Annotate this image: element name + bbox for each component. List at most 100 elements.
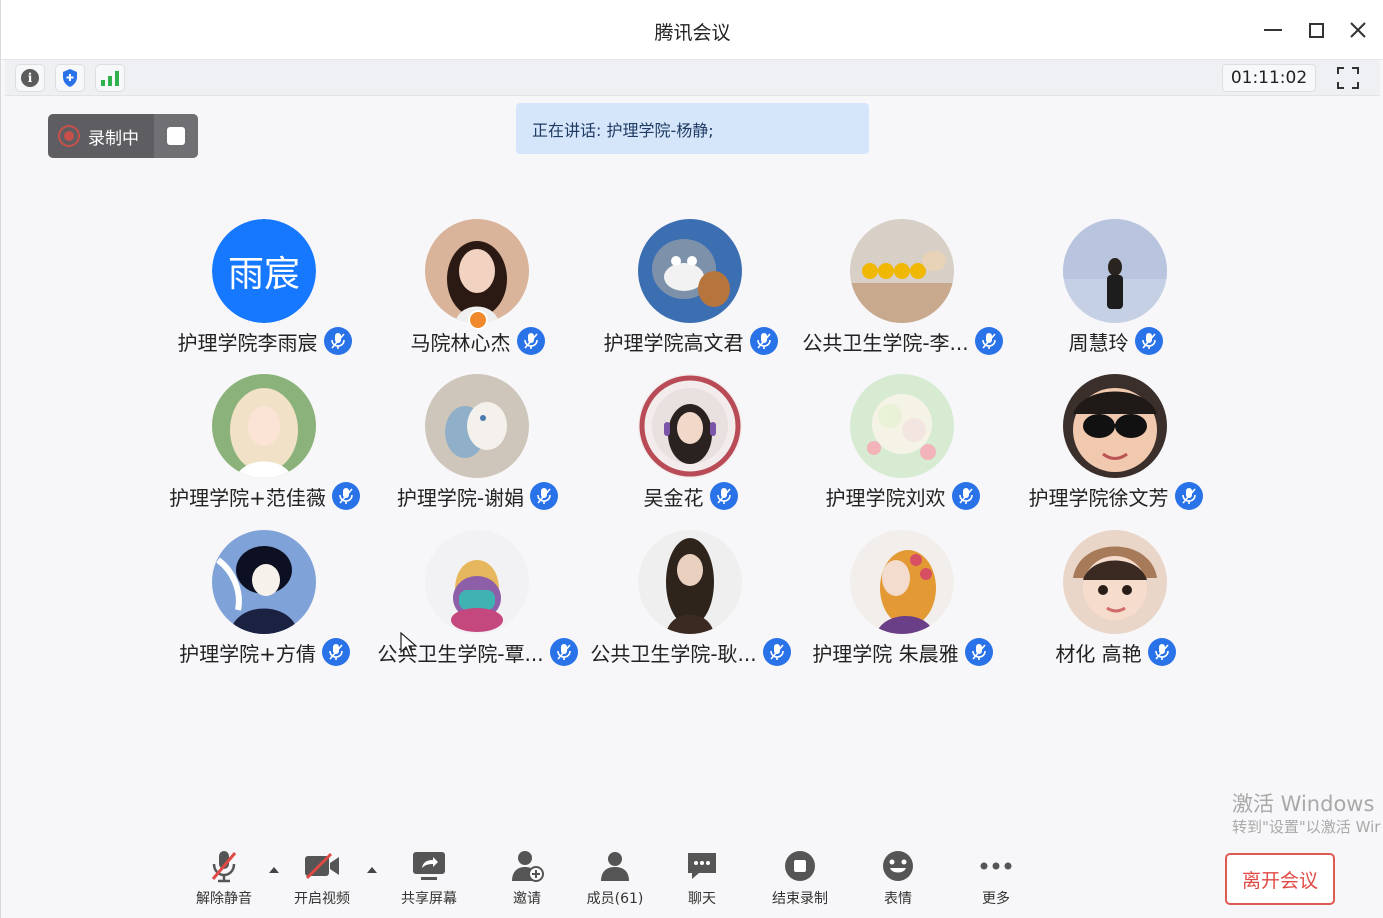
caret-up-icon: [269, 867, 279, 873]
recording-label: 录制中: [88, 128, 139, 149]
chat-label: 聊天: [688, 891, 716, 907]
participant-name-row: 护理学院徐文芳: [1009, 482, 1222, 510]
participant-tile[interactable]: 公共卫生学院-李...: [796, 219, 1009, 369]
invite-label: 邀请: [513, 891, 541, 907]
participant-name: 吴金花: [643, 485, 704, 510]
participant-tile[interactable]: 公共卫生学院-耿...: [584, 530, 797, 680]
share-screen-icon: [413, 852, 445, 880]
meeting-info-button[interactable]: i: [15, 64, 45, 92]
caret-up-icon: [367, 867, 377, 873]
mic-status-icon: [321, 638, 350, 666]
participant-tile[interactable]: 材化 高艳: [1009, 530, 1222, 680]
participant-name: 公共卫生学院-耿...: [590, 641, 757, 666]
close-icon: [1350, 22, 1366, 38]
more-label: 更多: [982, 891, 1010, 907]
minimize-icon: [1264, 29, 1282, 31]
avatar: [850, 219, 954, 323]
stop-icon: [167, 127, 185, 145]
avatar: [1063, 374, 1167, 478]
participant-name: 马院林心杰: [410, 330, 511, 355]
mic-status-icon: [974, 327, 1003, 355]
start-video-label: 开启视频: [294, 891, 350, 907]
end-recording-label: 结束录制: [772, 891, 828, 907]
activation-watermark-subtitle: 转到"设置"以激活 Wir: [1232, 818, 1381, 836]
maximize-icon: [1308, 22, 1324, 38]
meeting-toolstrip: i 01:11:02: [5, 60, 1380, 96]
participant-name-row: 护理学院刘欢: [796, 482, 1009, 510]
close-button[interactable]: [1344, 16, 1372, 44]
participant-tile[interactable]: 雨宸 护理学院李雨宸: [158, 219, 371, 369]
participant-name: 护理学院-谢娟: [396, 485, 525, 510]
security-button[interactable]: [55, 64, 85, 92]
invite-button[interactable]: 邀请: [487, 848, 567, 912]
participant-name-row: 护理学院高文君: [584, 327, 797, 355]
participant-tile[interactable]: 护理学院-谢娟: [371, 374, 584, 524]
mic-status-icon: [762, 638, 791, 666]
avatar: [638, 219, 742, 323]
network-status-button[interactable]: [95, 64, 125, 92]
participant-tile[interactable]: 护理学院刘欢: [796, 374, 1009, 524]
participant-name: 周慧玲: [1068, 330, 1129, 355]
avatar: [425, 374, 529, 478]
mouse-cursor-icon: [400, 632, 418, 657]
mic-status-icon: [323, 327, 352, 355]
invite-user-icon: [512, 851, 544, 882]
avatar: 雨宸: [212, 219, 316, 323]
unmute-button[interactable]: 解除静音: [184, 848, 264, 912]
audio-options-caret[interactable]: [266, 862, 282, 878]
participant-tile[interactable]: 护理学院 朱晨雅: [796, 530, 1009, 680]
participant-name: 护理学院刘欢: [825, 485, 946, 510]
members-icon: [601, 852, 629, 881]
participant-tile[interactable]: 马院林心杰: [371, 219, 584, 369]
participant-name: 护理学院高文君: [603, 330, 744, 355]
share-screen-button[interactable]: 共享屏幕: [389, 848, 469, 912]
participant-name-row: 马院林心杰: [371, 327, 584, 355]
participant-name: 护理学院徐文芳: [1028, 485, 1169, 510]
participant-name-row: 材化 高艳: [1009, 638, 1222, 666]
participant-tile[interactable]: 护理学院徐文芳: [1009, 374, 1222, 524]
mic-status-icon: [1134, 327, 1163, 355]
emoji-icon: [883, 851, 913, 881]
mic-status-icon: [331, 482, 360, 510]
unmute-label: 解除静音: [196, 891, 252, 907]
control-bar: 解除静音 开启视频 共享屏幕 邀请 成员(61) 聊天 结束录制 表情 更多: [1, 840, 1383, 918]
participant-tile[interactable]: 护理学院高文君: [584, 219, 797, 369]
avatar: [212, 530, 316, 634]
mic-status-icon: [709, 482, 738, 510]
members-label: 成员(61): [586, 891, 644, 907]
fullscreen-button[interactable]: [1333, 64, 1363, 92]
mic-status-icon: [951, 482, 980, 510]
participant-tile[interactable]: 周慧玲: [1009, 219, 1222, 369]
leave-meeting-button[interactable]: 离开会议: [1225, 853, 1335, 905]
chat-icon: [688, 853, 716, 879]
title-bar: 腾讯会议: [1, 0, 1383, 60]
chat-button[interactable]: 聊天: [662, 848, 742, 912]
participant-tile[interactable]: 护理学院+方倩: [158, 530, 371, 680]
maximize-button[interactable]: [1302, 16, 1330, 44]
share-screen-label: 共享屏幕: [401, 891, 457, 907]
avatar: [850, 374, 954, 478]
emoji-label: 表情: [884, 891, 912, 907]
minimize-button[interactable]: [1259, 16, 1287, 44]
participant-name: 护理学院+方倩: [179, 641, 316, 666]
members-button[interactable]: 成员(61): [575, 848, 655, 912]
participant-name: 材化 高艳: [1055, 641, 1142, 666]
video-options-caret[interactable]: [364, 862, 380, 878]
meeting-timer: 01:11:02: [1222, 64, 1316, 92]
stop-recording-button[interactable]: [154, 114, 198, 158]
participant-name-row: 公共卫生学院-耿...: [584, 638, 797, 666]
mic-status-icon: [549, 638, 578, 666]
participant-name-row: 护理学院李雨宸: [158, 327, 371, 355]
participant-tile[interactable]: 护理学院+范佳薇: [158, 374, 371, 524]
mic-status-icon: [964, 638, 993, 666]
shield-icon: [63, 69, 77, 87]
avatar-initials: 雨宸: [227, 254, 300, 295]
recording-status: 录制中: [48, 114, 154, 158]
participant-tile[interactable]: 吴金花: [584, 374, 797, 524]
end-recording-button[interactable]: 结束录制: [760, 848, 840, 912]
emoji-button[interactable]: 表情: [858, 848, 938, 912]
more-button[interactable]: 更多: [956, 848, 1036, 912]
start-video-button[interactable]: 开启视频: [282, 848, 362, 912]
mic-status-icon: [749, 327, 778, 355]
mic-status-icon: [530, 482, 559, 510]
